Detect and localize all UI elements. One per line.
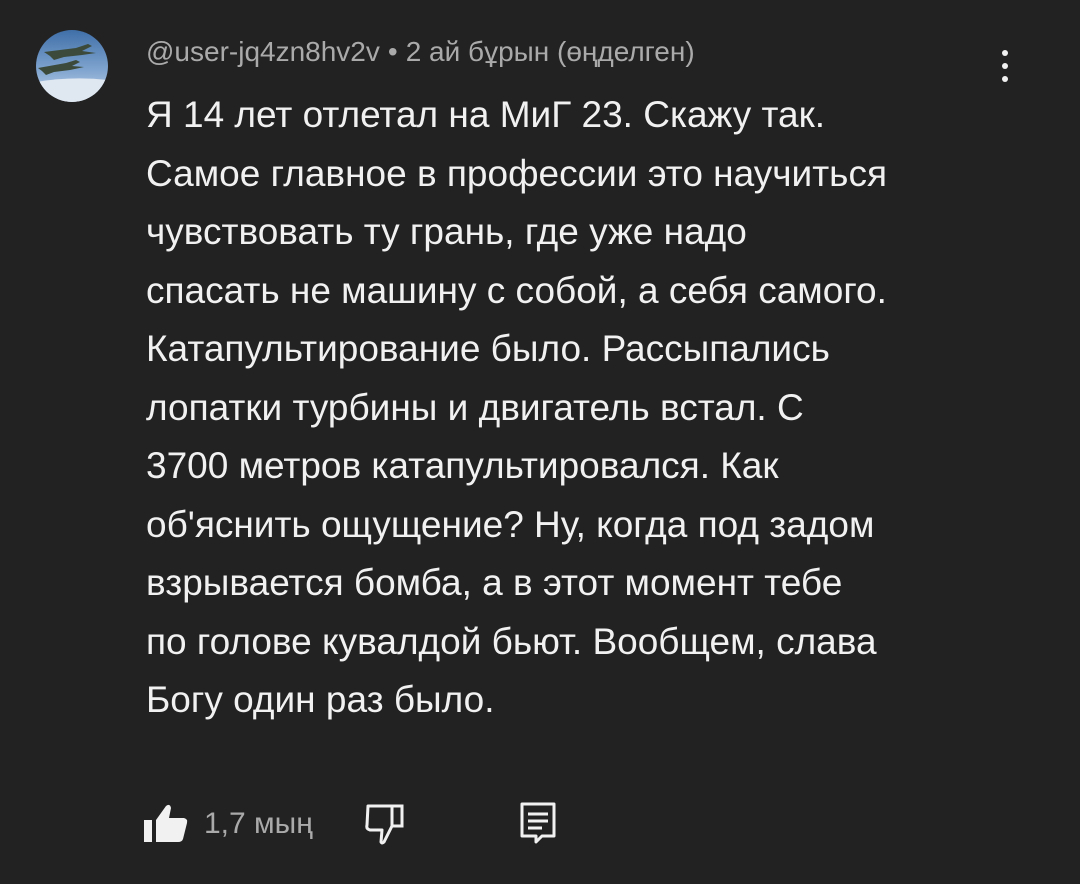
dislike-button[interactable] bbox=[362, 800, 414, 848]
thumbs-down-icon bbox=[365, 804, 404, 845]
comment-meta: @user-jq4zn8hv2v • 2 ай бұрын (өңделген) bbox=[146, 34, 695, 70]
comment-actions: 1,7 мың bbox=[140, 796, 600, 852]
avatar[interactable] bbox=[36, 30, 108, 102]
comment-timestamp[interactable]: 2 ай бұрын (өңделген) bbox=[406, 36, 695, 67]
like-button[interactable] bbox=[140, 802, 192, 846]
meta-separator: • bbox=[387, 36, 398, 67]
avatar-image bbox=[36, 30, 108, 102]
thumbs-up-icon bbox=[144, 804, 188, 842]
like-count: 1,7 мың bbox=[204, 807, 313, 840]
reply-comment-icon bbox=[520, 802, 556, 844]
more-vert-icon[interactable] bbox=[990, 46, 1020, 86]
comment-author[interactable]: @user-jq4zn8hv2v bbox=[146, 36, 380, 67]
reply-button[interactable] bbox=[516, 800, 560, 846]
comment-text: Я 14 лет отлетал на МиГ 23. Скажу так. С… bbox=[146, 94, 887, 720]
